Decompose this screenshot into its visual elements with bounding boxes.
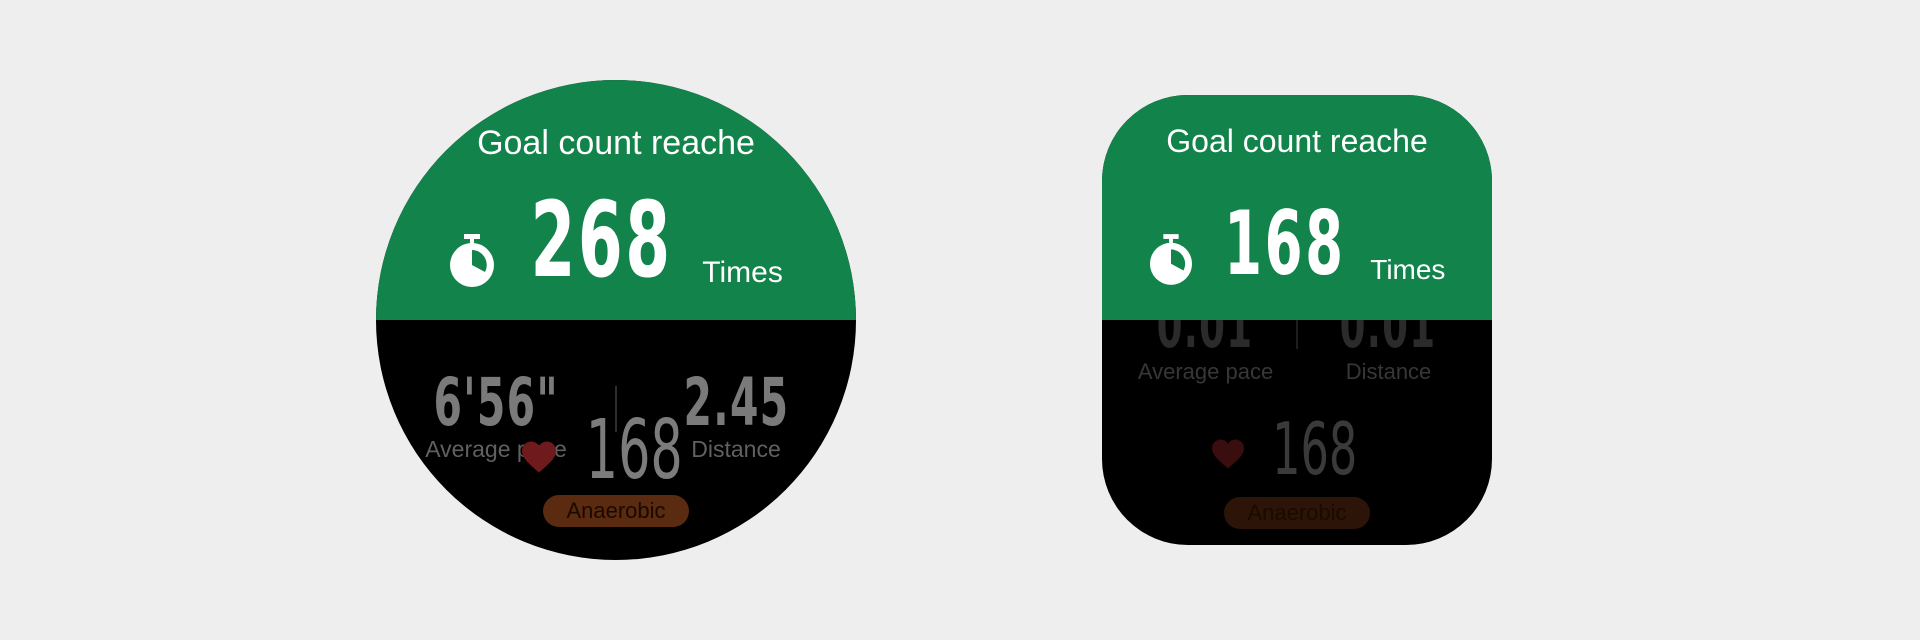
goal-reached-title: Goal count reache (477, 124, 755, 162)
heart-rate-value: 168 (1272, 407, 1358, 491)
heart-icon (1212, 439, 1245, 469)
square-watch-screen: 0.01 Average pace 0.01 Distance 168 Anae… (1102, 95, 1492, 545)
heart-rate-row: 168 (1102, 413, 1492, 485)
goal-count-value: 168 (1223, 192, 1346, 295)
average-pace-label: Average pace (1137, 359, 1274, 384)
stopwatch-icon (450, 234, 495, 287)
goal-count-unit: Times (1370, 254, 1446, 285)
heart-rate-zone-badge: Anaerobic (1224, 497, 1370, 529)
round-watch-screen: 6'56" Average pace 2.45 Distance 168 Ana… (376, 80, 856, 560)
canvas: 6'56" Average pace 2.45 Distance 168 Ana… (0, 0, 1920, 640)
heart-rate-value: 168 (585, 403, 683, 498)
heart-rate-row: 168 (376, 410, 856, 492)
goal-count-unit: Times (702, 256, 783, 289)
heart-icon (521, 441, 556, 473)
goal-count-row: 168 Times (1102, 200, 1492, 288)
distance-label: Distance (1345, 359, 1432, 384)
goal-reached-banner: Goal count reache 268 Times (376, 80, 856, 320)
goal-reached-banner: Goal count reache 168 Times (1102, 95, 1492, 320)
goal-reached-title: Goal count reache (1166, 123, 1428, 159)
stopwatch-icon (1149, 234, 1192, 285)
goal-count-row: 268 Times (376, 188, 856, 292)
goal-count-value: 268 (530, 179, 673, 301)
heart-rate-zone-badge: Anaerobic (543, 495, 689, 527)
